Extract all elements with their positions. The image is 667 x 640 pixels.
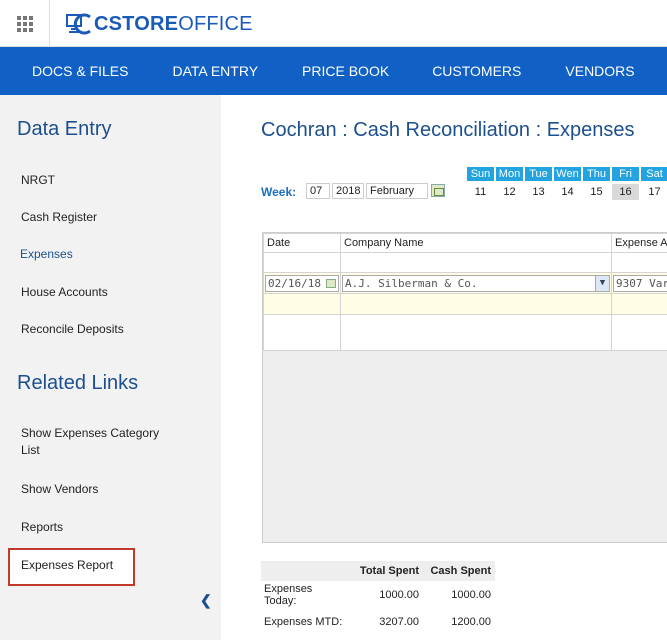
filter-row (263, 252, 667, 273)
sidebar-item-cash-register[interactable]: Cash Register (21, 209, 181, 226)
day-tue[interactable]: Tue 13 (524, 167, 553, 200)
day-number: 17 (648, 186, 661, 198)
new-row-cell[interactable] (611, 293, 667, 315)
day-name: Wen (554, 167, 581, 181)
summary-header-cash: Cash Spent (423, 561, 495, 581)
nav-data-entry[interactable]: DATA ENTRY (172, 63, 258, 79)
brand-name: CSTORE (94, 12, 179, 35)
table-row (263, 314, 667, 351)
empty-cell (340, 314, 612, 351)
main-content: Cochran : Cash Reconciliation : Expenses… (221, 95, 667, 640)
sidebar-item-expenses[interactable]: Expenses (20, 246, 180, 263)
sidebar-item-reconcile-deposits[interactable]: Reconcile Deposits (21, 321, 181, 338)
week-day-selector: Sun 11 Mon 12 Tue 13 Wen 14 Thu 15 Fri 16 Sat 1… (466, 167, 667, 200)
main-nav: DOCS & FILES DATA ENTRY PRICE BOOK CUSTO… (0, 47, 667, 95)
day-name: Thu (583, 167, 610, 181)
sidebar-heading: Data Entry (17, 118, 112, 140)
day-sat[interactable]: Sat 17 (640, 167, 667, 200)
day-number: 14 (561, 186, 574, 198)
summary-cash: 1000.00 (451, 588, 491, 601)
related-link-vendors[interactable]: Show Vendors (21, 481, 181, 498)
date-field[interactable]: 02/16/18 (265, 274, 339, 292)
empty-cell (263, 314, 341, 351)
chevron-down-icon[interactable]: ▼ (595, 275, 609, 291)
day-name: Sat (641, 167, 667, 181)
filter-cell[interactable] (611, 252, 667, 273)
day-sun[interactable]: Sun 11 (466, 167, 495, 200)
summary-row: Expenses Today: 1000.00 1000.00 (261, 581, 495, 608)
table-row: 02/16/18 A.J. Silberman & Co. ▼ 9307 Vari (263, 272, 667, 294)
related-link-reports[interactable]: Reports (21, 519, 181, 536)
day-wen[interactable]: Wen 14 (553, 167, 582, 200)
day-number: 16 (612, 184, 639, 200)
day-mon[interactable]: Mon 12 (495, 167, 524, 200)
sidebar-item-house-accounts[interactable]: House Accounts (21, 284, 181, 301)
expenses-grid: Date Company Name Expense A 02/16/18 A.J… (262, 232, 667, 543)
calendar-icon[interactable] (326, 278, 336, 288)
day-name: Tue (525, 167, 552, 181)
company-value: A.J. Silberman & Co. (345, 276, 478, 290)
new-row-cell[interactable] (263, 293, 341, 315)
new-row-cell[interactable] (340, 293, 612, 315)
week-month-input[interactable]: February (366, 183, 428, 199)
nav-customers[interactable]: CUSTOMERS (432, 63, 521, 79)
sidebar-item-nrgt[interactable]: NRGT (21, 172, 181, 189)
expenses-summary: Total Spent Cash Spent Expenses Today: 1… (261, 561, 495, 635)
summary-cash: 1200.00 (451, 615, 491, 628)
day-number: 13 (532, 186, 545, 198)
summary-label: Expenses MTD: (264, 615, 343, 628)
brand-logo[interactable]: CSTOREOFFICE (66, 12, 253, 36)
day-name: Fri (612, 167, 639, 181)
week-number-input[interactable]: 07 (306, 183, 330, 199)
related-link-expenses-category[interactable]: Show Expenses Category List (21, 425, 171, 459)
day-thu[interactable]: Thu 15 (582, 167, 611, 200)
column-header-expense[interactable]: Expense A (611, 233, 667, 253)
sidebar: Data Entry NRGT Cash Register Expenses H… (0, 95, 221, 640)
expense-account-select[interactable]: 9307 Vari (613, 274, 667, 292)
filter-cell[interactable] (263, 252, 341, 273)
new-row (263, 293, 667, 315)
grid-icon (16, 15, 33, 32)
top-bar: CSTOREOFFICE (0, 0, 667, 47)
week-label: Week: (261, 185, 297, 199)
brand-name-suffix: OFFICE (178, 12, 253, 35)
day-fri[interactable]: Fri 16 (611, 167, 640, 200)
summary-label: Expenses Today: (264, 582, 313, 607)
day-number: 12 (503, 186, 516, 198)
summary-row: Expenses MTD: 3207.00 1200.00 (261, 608, 495, 635)
day-name: Mon (496, 167, 523, 181)
column-header-date[interactable]: Date (263, 233, 341, 253)
calendar-icon[interactable] (431, 184, 445, 197)
column-header-company[interactable]: Company Name (340, 233, 612, 253)
nav-docs-files[interactable]: DOCS & FILES (32, 63, 128, 79)
date-value: 02/16/18 (268, 276, 321, 290)
monitor-logo-icon (66, 13, 91, 35)
page-title: Cochran : Cash Reconciliation : Expenses (261, 119, 635, 141)
related-links-heading: Related Links (17, 372, 139, 394)
day-name: Sun (467, 167, 494, 181)
nav-price-book[interactable]: PRICE BOOK (302, 63, 389, 79)
week-year-input[interactable]: 2018 (332, 183, 364, 199)
related-link-expenses-report[interactable]: Expenses Report (21, 557, 181, 574)
summary-total: 3207.00 (379, 615, 419, 628)
filter-cell[interactable] (340, 252, 612, 273)
summary-corner (261, 561, 351, 581)
day-number: 11 (474, 186, 487, 198)
summary-total: 1000.00 (379, 588, 419, 601)
company-select[interactable]: A.J. Silberman & Co. ▼ (342, 274, 610, 292)
empty-cell (611, 314, 667, 351)
summary-header-total: Total Spent (351, 561, 423, 581)
day-number: 15 (590, 186, 603, 198)
collapse-sidebar-chevron-icon[interactable]: ❮ (200, 592, 212, 609)
apps-menu-button[interactable] (0, 0, 50, 47)
nav-vendors[interactable]: VENDORS (565, 63, 634, 79)
expense-value: 9307 Vari (616, 276, 667, 290)
